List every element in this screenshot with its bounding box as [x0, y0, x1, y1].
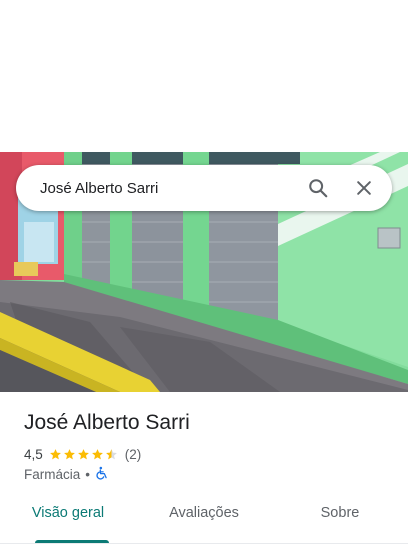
tab-bar: Visão geral Avaliações Sobre	[0, 500, 408, 544]
wheelchair-icon[interactable]	[95, 466, 109, 483]
place-category: Farmácia	[24, 466, 81, 482]
place-title: José Alberto Sarri	[24, 411, 190, 434]
tab-reviews[interactable]: Avaliações	[136, 500, 272, 543]
separator-dot: •	[85, 466, 90, 482]
rating-value: 4,5	[24, 446, 43, 462]
review-count[interactable]: (2)	[125, 447, 142, 462]
active-tab-indicator	[35, 540, 109, 543]
close-icon[interactable]	[344, 168, 384, 208]
place-detail-screen: José Alberto Sarri José Alberto Sarri 4,…	[0, 0, 408, 544]
star-icon	[105, 448, 117, 459]
star-icon	[63, 448, 75, 459]
search-query-text[interactable]: José Alberto Sarri	[40, 180, 298, 197]
place-info-panel: José Alberto Sarri 4,5 (2) Farmácia • Vi…	[0, 392, 408, 544]
tab-overview[interactable]: Visão geral	[0, 500, 136, 543]
map-blank-area	[0, 0, 408, 152]
search-icon[interactable]	[298, 168, 338, 208]
category-row: Farmácia •	[24, 465, 109, 483]
search-bar[interactable]: José Alberto Sarri	[16, 165, 392, 211]
star-icon	[77, 448, 89, 459]
star-icon	[49, 448, 61, 459]
tab-about[interactable]: Sobre	[272, 500, 408, 543]
rating-row[interactable]: 4,5 (2)	[24, 445, 141, 463]
star-icon	[91, 448, 103, 459]
star-rating	[49, 448, 119, 461]
